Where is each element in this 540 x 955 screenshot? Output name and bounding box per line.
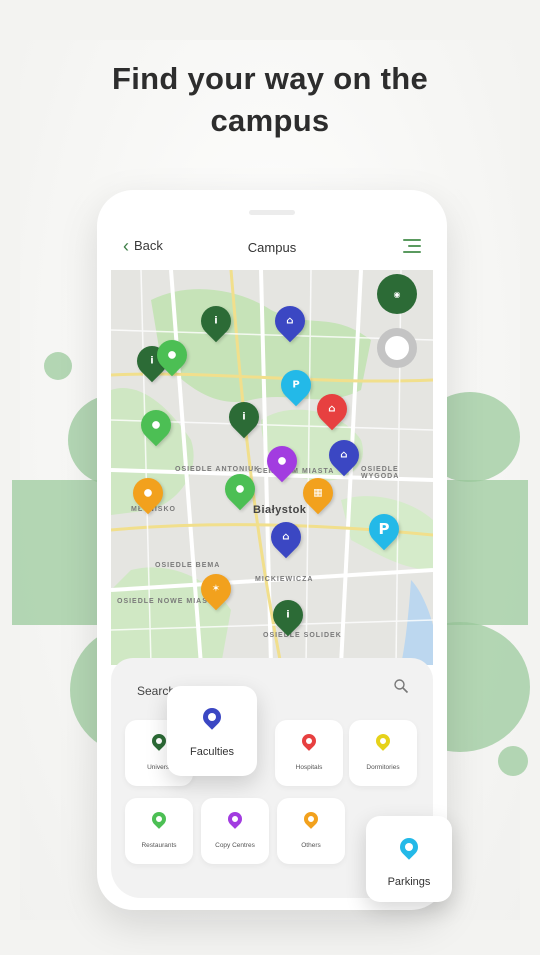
category-label: Hospitals [295, 764, 323, 771]
locate-button[interactable]: ◉ [377, 274, 417, 314]
pin-icon [225, 809, 245, 829]
category-label: Faculties [189, 746, 235, 758]
map-district-label: OSIEDLE BEMA [155, 562, 221, 569]
category-label: Others [301, 842, 321, 849]
category-parkings[interactable]: Parkings [366, 816, 452, 902]
decor-dot [498, 746, 528, 776]
pin-icon [396, 834, 422, 860]
map-city-label: Białystok [253, 504, 307, 516]
title-line-1: Find your way on the [111, 61, 428, 96]
category-label: Copy Centres [215, 842, 255, 849]
pin-icon [199, 704, 225, 730]
decor-dot [44, 352, 72, 380]
category-hospitals[interactable]: Hospitals [275, 720, 343, 786]
category-dormitories[interactable]: Dormitories [349, 720, 417, 786]
map-district-label: OSIEDLE ANTONIUK [175, 466, 261, 473]
title-line-2: campus [210, 103, 330, 138]
phone-notch [249, 210, 295, 215]
category-label: Parkings [387, 876, 431, 888]
pin-icon [299, 731, 319, 751]
map-district-label: OSIEDLE WYGODA [361, 466, 400, 480]
campus-map[interactable]: OSIEDLE ANTONIUK CENTRUM MIASTA OSIEDLE … [111, 270, 433, 665]
pin-icon [149, 809, 169, 829]
pin-icon [149, 731, 169, 751]
pin-icon [301, 809, 321, 829]
screen-title: Campus [247, 240, 297, 255]
navigation-icon: ◉ [393, 289, 401, 299]
category-copy-centres[interactable]: Copy Centres [201, 798, 269, 864]
map-district-label: OSIEDLE SOLIDEK [263, 632, 342, 639]
page-title: Find your way on the campus [0, 58, 540, 142]
map-district-label: MICKIEWICZA [255, 576, 314, 583]
category-restaurants[interactable]: Restaurants [125, 798, 193, 864]
menu-icon[interactable] [403, 239, 421, 253]
search-icon[interactable] [393, 678, 409, 694]
category-label: Restaurants [141, 842, 177, 849]
phone-frame: ‹ Back Campus OSIEDLE ANTONIUK CENTRUM M… [97, 190, 447, 910]
pin-icon [373, 731, 393, 751]
category-faculties[interactable]: Faculties [167, 686, 257, 776]
category-others[interactable]: Others [277, 798, 345, 864]
layers-toggle-button[interactable] [377, 328, 417, 368]
top-bar: ‹ Back Campus [97, 230, 447, 264]
category-label: Dormitories [366, 764, 400, 771]
